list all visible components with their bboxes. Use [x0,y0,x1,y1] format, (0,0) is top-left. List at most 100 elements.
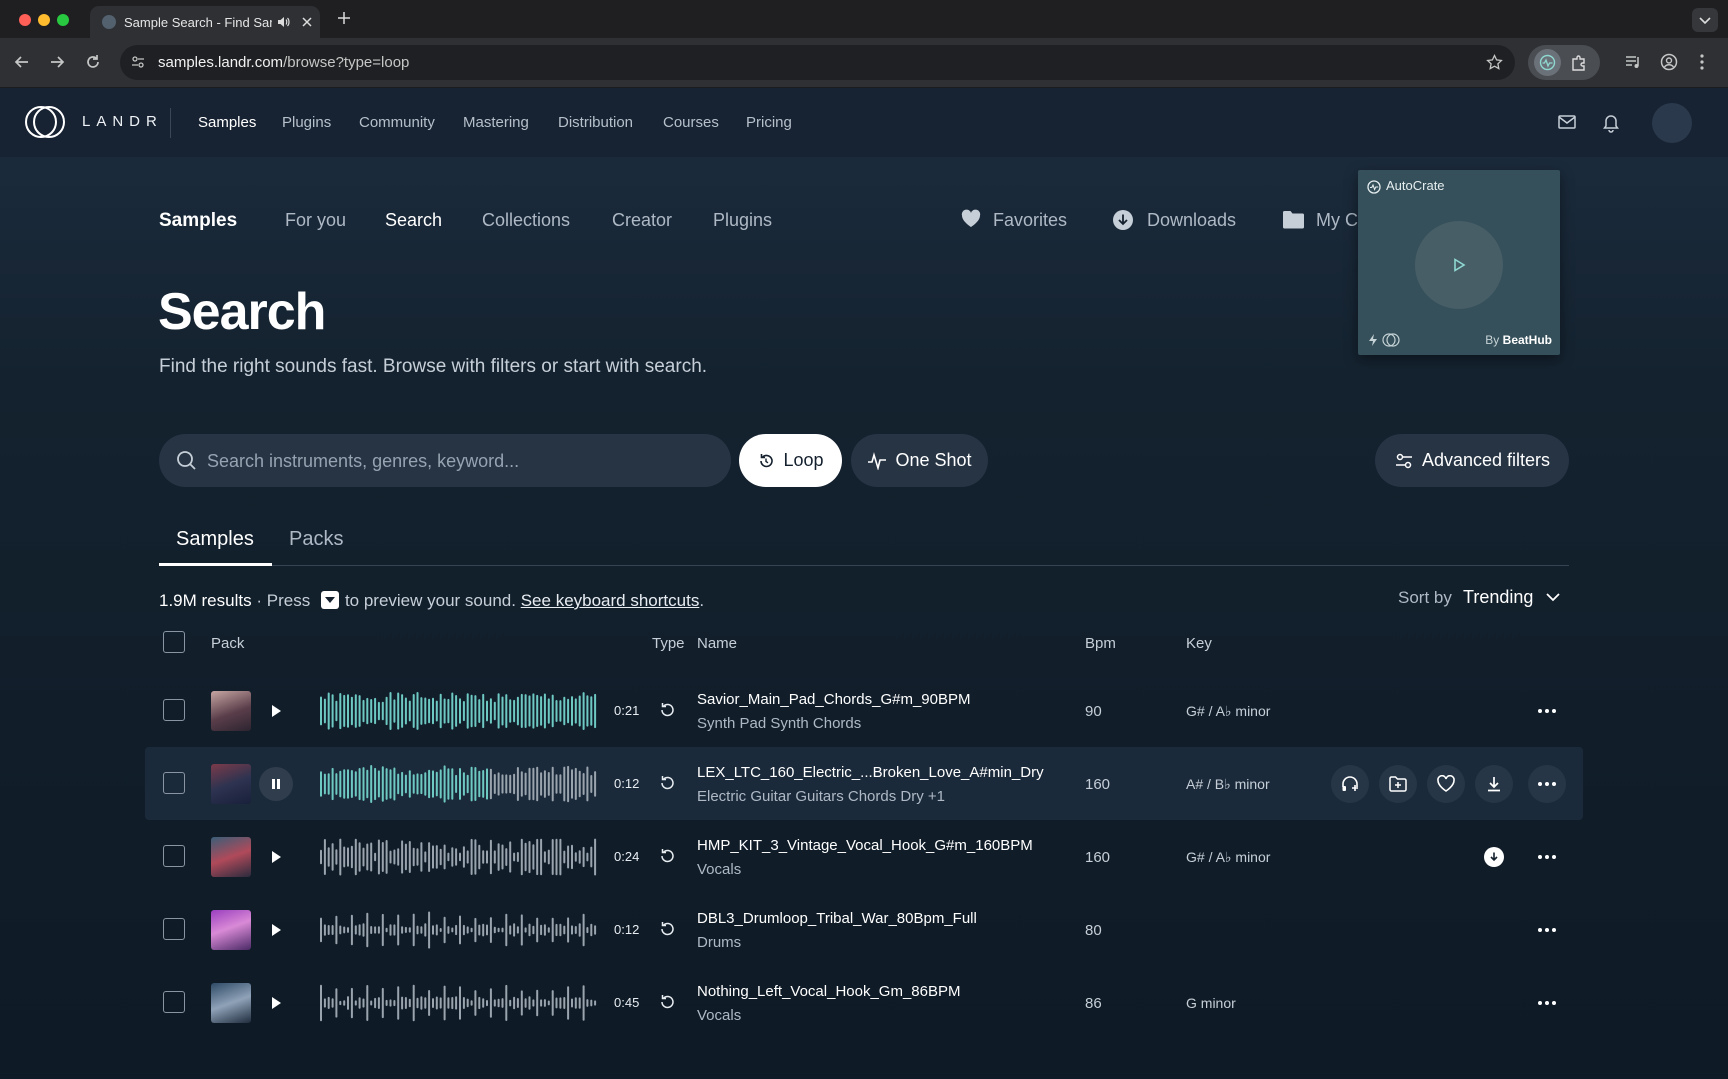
row-checkbox[interactable] [163,918,185,940]
table-row[interactable]: 0:21 Savior_Main_Pad_Chords_G#m_90BPM Sy… [145,674,1583,747]
loop-filter-button[interactable]: Loop [739,434,842,487]
subnav-collections[interactable]: Collections [482,210,570,231]
sample-tags[interactable]: Vocals [697,1007,741,1024]
maximize-window-button[interactable] [57,14,69,26]
logo-wordmark[interactable]: LANDR [82,113,163,130]
browser-menu-icon[interactable] [1698,53,1706,71]
more-options-button[interactable] [1528,984,1566,1022]
search-input[interactable] [207,448,707,474]
table-row[interactable]: 0:45 Nothing_Left_Vocal_Hook_Gm_86BPM Vo… [145,966,1583,1039]
address-bar[interactable]: samples.landr.com/browse?type=loop [120,45,1515,80]
subnav-samples-brand[interactable]: Samples [159,210,237,232]
table-row[interactable]: 0:12 LEX_LTC_160_Electric_...Broken_Love… [145,747,1583,820]
speaker-icon[interactable] [276,15,290,29]
download-button[interactable] [1475,765,1513,803]
tab-search-button[interactable] [1692,8,1718,32]
tab-samples[interactable]: Samples [176,528,254,551]
lightning-icon[interactable] [1367,333,1379,347]
pack-cover[interactable] [211,837,251,877]
messages-icon[interactable] [1556,111,1578,133]
pack-cover[interactable] [211,910,251,950]
folder-icon[interactable] [1282,210,1305,229]
profile-icon[interactable] [1660,53,1678,71]
new-tab-icon[interactable] [336,10,352,26]
popup-play-button[interactable] [1415,221,1503,309]
close-window-button[interactable] [19,14,31,26]
row-checkbox[interactable] [163,772,185,794]
more-options-button[interactable] [1528,911,1566,949]
site-settings-icon[interactable] [130,54,146,70]
heart-icon[interactable] [960,209,982,229]
waveform-bar [339,693,342,730]
one-shot-filter-button[interactable]: One Shot [851,434,988,487]
reload-icon[interactable] [84,53,102,71]
topnav-pricing[interactable]: Pricing [746,114,792,131]
waveform[interactable] [319,691,597,731]
sample-name[interactable]: Savior_Main_Pad_Chords_G#m_90BPM [697,691,970,708]
play-button[interactable] [259,840,293,874]
subnav-downloads[interactable]: Downloads [1147,210,1236,231]
subnav-plugins[interactable]: Plugins [713,210,772,231]
landr-logo-icon[interactable] [24,104,66,140]
keyboard-shortcuts-link[interactable]: See keyboard shortcuts [521,591,700,610]
advanced-filters-button[interactable]: Advanced filters [1375,434,1569,487]
waveform[interactable] [319,837,597,877]
back-arrow-icon[interactable] [13,53,31,71]
sample-tags[interactable]: Synth Pad Synth Chords [697,715,861,732]
table-row[interactable]: 0:24 HMP_KIT_3_Vintage_Vocal_Hook_G#m_16… [145,820,1583,893]
tab-packs[interactable]: Packs [289,528,343,551]
topnav-courses[interactable]: Courses [663,114,719,131]
chevron-down-icon[interactable] [1545,592,1561,602]
user-avatar[interactable] [1652,103,1692,143]
sort-dropdown[interactable]: Trending [1463,587,1533,608]
subnav-search[interactable]: Search [385,210,442,231]
media-controls-icon[interactable] [1624,54,1642,70]
pack-cover[interactable] [211,691,251,731]
add-to-collection-button[interactable] [1379,765,1417,803]
browser-tab[interactable]: Sample Search - Find Sam [90,6,320,38]
waveform[interactable] [319,983,597,1023]
topnav-plugins[interactable]: Plugins [282,114,331,131]
select-all-checkbox[interactable] [163,631,185,653]
notifications-bell-icon[interactable] [1600,111,1622,133]
sample-tags[interactable]: Vocals [697,861,741,878]
table-row[interactable]: 0:12 DBL3_Drumloop_Tribal_War_80Bpm_Full… [145,893,1583,966]
play-button[interactable] [259,986,293,1020]
close-tab-icon[interactable] [300,15,314,29]
subnav-my-collections[interactable]: My C [1316,210,1358,231]
more-options-button[interactable] [1528,765,1566,803]
waveform[interactable] [319,764,597,804]
row-checkbox[interactable] [163,991,185,1013]
topnav-samples[interactable]: Samples [198,114,256,131]
row-checkbox[interactable] [163,699,185,721]
sample-name[interactable]: DBL3_Drumloop_Tribal_War_80Bpm_Full [697,910,977,927]
waveform[interactable] [319,910,597,950]
similar-sounds-button[interactable] [1331,765,1369,803]
play-button[interactable] [259,913,293,947]
forward-arrow-icon[interactable] [48,53,66,71]
bookmark-star-icon[interactable] [1486,54,1503,71]
play-button[interactable] [259,694,293,728]
topnav-community[interactable]: Community [359,114,435,131]
sample-name[interactable]: Nothing_Left_Vocal_Hook_Gm_86BPM [697,983,961,1000]
extensions-puzzle-icon[interactable] [1570,54,1588,72]
download-circle-icon[interactable] [1112,209,1134,231]
subnav-favorites[interactable]: Favorites [993,210,1067,231]
row-checkbox[interactable] [163,845,185,867]
minimize-window-button[interactable] [38,14,50,26]
sample-name[interactable]: HMP_KIT_3_Vintage_Vocal_Hook_G#m_160BPM [697,837,1033,854]
more-options-button[interactable] [1528,692,1566,730]
favorite-heart-button[interactable] [1427,765,1465,803]
subnav-for-you[interactable]: For you [285,210,346,231]
topnav-mastering[interactable]: Mastering [463,114,529,131]
sample-name[interactable]: LEX_LTC_160_Electric_...Broken_Love_A#mi… [697,764,1044,781]
pack-cover[interactable] [211,983,251,1023]
topnav-distribution[interactable]: Distribution [558,114,633,131]
pack-cover[interactable] [211,764,251,804]
autocrate-extension-icon[interactable] [1534,49,1561,76]
sample-tags[interactable]: Electric Guitar Guitars Chords Dry +1 [697,788,945,805]
subnav-creator[interactable]: Creator [612,210,672,231]
pause-button[interactable] [259,767,293,801]
sample-tags[interactable]: Drums [697,934,741,951]
more-options-button[interactable] [1528,838,1566,876]
